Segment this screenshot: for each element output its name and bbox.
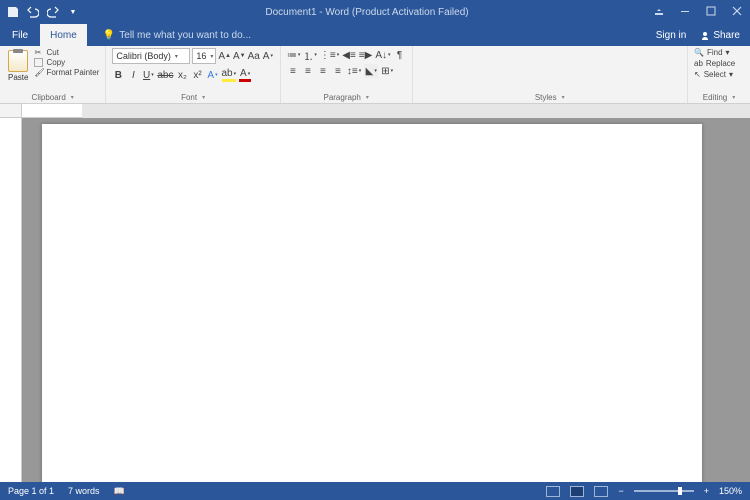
- highlight-icon[interactable]: ab: [222, 68, 237, 82]
- increase-indent-icon[interactable]: ≡▶: [359, 48, 373, 62]
- vertical-ruler[interactable]: [0, 118, 22, 488]
- align-center-icon[interactable]: ≡: [302, 64, 314, 78]
- group-font: Calibri (Body) 16 A▲ A▼ Aa A B I U abc x…: [106, 46, 280, 103]
- ruler-row: [0, 104, 750, 118]
- close-icon[interactable]: [732, 6, 744, 18]
- brush-icon: 🖌: [34, 68, 43, 77]
- print-layout-icon[interactable]: [570, 486, 584, 497]
- sign-in-link[interactable]: Sign in: [656, 30, 687, 41]
- font-color-icon[interactable]: A: [239, 68, 251, 82]
- bullets-icon[interactable]: ≔: [287, 48, 301, 62]
- web-layout-icon[interactable]: [594, 486, 608, 497]
- sort-icon[interactable]: A↓: [375, 48, 390, 62]
- find-icon: 🔍: [694, 48, 704, 57]
- shrink-font-icon[interactable]: A▼: [233, 49, 246, 63]
- numbering-icon[interactable]: ⒈: [303, 48, 317, 62]
- zoom-slider[interactable]: [634, 490, 694, 492]
- file-tab[interactable]: File: [0, 24, 40, 46]
- zoom-level[interactable]: 150%: [719, 486, 742, 496]
- shading-icon[interactable]: ◣: [364, 64, 378, 78]
- superscript-icon[interactable]: x²: [192, 68, 204, 82]
- paste-icon: [8, 50, 28, 72]
- quick-access-toolbar: ▼: [6, 5, 80, 19]
- ribbon-tabs: File Home 💡 Tell me what you want to do.…: [0, 24, 750, 46]
- zoom-out-button[interactable]: −: [618, 486, 623, 496]
- redo-icon[interactable]: [46, 5, 60, 19]
- group-editing: 🔍Find ▾ abReplace ↖Select ▾ Editing: [688, 46, 750, 103]
- format-painter-button[interactable]: 🖌Format Painter: [34, 68, 99, 77]
- page-indicator[interactable]: Page 1 of 1: [8, 486, 54, 496]
- select-button[interactable]: ↖Select ▾: [694, 70, 735, 79]
- page: [42, 124, 702, 488]
- maximize-icon[interactable]: [706, 6, 718, 18]
- underline-icon[interactable]: U: [142, 68, 154, 82]
- group-clipboard: Paste ✂Cut Copy 🖌Format Painter Clipboar…: [0, 46, 106, 103]
- multilevel-icon[interactable]: ⋮≡: [320, 48, 339, 62]
- lightbulb-icon: 💡: [103, 30, 115, 41]
- paste-button[interactable]: Paste: [6, 48, 30, 84]
- clear-format-icon[interactable]: A: [262, 49, 274, 63]
- line-spacing-icon[interactable]: ↕≡: [347, 64, 361, 78]
- cut-button[interactable]: ✂Cut: [34, 48, 99, 57]
- word-count[interactable]: 7 words: [68, 486, 100, 496]
- ribbon-options-icon[interactable]: [654, 6, 666, 18]
- proofing-icon[interactable]: 📖: [114, 486, 125, 497]
- scissors-icon: ✂: [34, 48, 43, 57]
- workspace: [0, 118, 750, 488]
- change-case-icon[interactable]: Aa: [248, 49, 260, 63]
- status-bar: Page 1 of 1 7 words 📖 − + 150%: [0, 482, 750, 500]
- read-mode-icon[interactable]: [546, 486, 560, 497]
- select-icon: ↖: [694, 70, 701, 79]
- align-left-icon[interactable]: ≡: [287, 64, 299, 78]
- justify-icon[interactable]: ≡: [332, 64, 344, 78]
- group-styles: Styles: [413, 46, 689, 103]
- tab-home[interactable]: Home: [40, 24, 87, 46]
- borders-icon[interactable]: ⊞: [381, 64, 393, 78]
- text-effects-icon[interactable]: A: [207, 68, 219, 82]
- bold-icon[interactable]: B: [112, 68, 124, 82]
- zoom-in-button[interactable]: +: [704, 486, 709, 496]
- ruler-corner: [0, 104, 22, 118]
- tell-me-search[interactable]: 💡 Tell me what you want to do...: [87, 30, 251, 41]
- copy-icon: [34, 58, 43, 67]
- align-right-icon[interactable]: ≡: [317, 64, 329, 78]
- ribbon: Paste ✂Cut Copy 🖌Format Painter Clipboar…: [0, 46, 750, 104]
- title-bar: ▼ Document1 - Word (Product Activation F…: [0, 0, 750, 24]
- replace-icon: ab: [694, 59, 703, 68]
- show-marks-icon[interactable]: ¶: [394, 48, 406, 62]
- document-area[interactable]: [22, 118, 750, 488]
- decrease-indent-icon[interactable]: ◀≡: [342, 48, 356, 62]
- font-size-select[interactable]: 16: [192, 48, 216, 64]
- find-button[interactable]: 🔍Find ▾: [694, 48, 735, 57]
- strike-icon[interactable]: abc: [157, 68, 173, 82]
- italic-icon[interactable]: I: [127, 68, 139, 82]
- share-button[interactable]: Share: [700, 30, 740, 41]
- minimize-icon[interactable]: [680, 6, 692, 18]
- window-controls: [654, 6, 744, 18]
- group-paragraph: ≔ ⒈ ⋮≡ ◀≡ ≡▶ A↓ ¶ ≡ ≡ ≡ ≡ ↕≡ ◣ ⊞: [281, 46, 413, 103]
- grow-font-icon[interactable]: A▲: [218, 49, 231, 63]
- font-name-select[interactable]: Calibri (Body): [112, 48, 190, 64]
- undo-icon[interactable]: [26, 5, 40, 19]
- copy-button[interactable]: Copy: [34, 58, 99, 67]
- qat-customize-icon[interactable]: ▼: [66, 5, 80, 19]
- horizontal-ruler[interactable]: [22, 104, 82, 118]
- window-title: Document1 - Word (Product Activation Fai…: [80, 7, 654, 18]
- subscript-icon[interactable]: x₂: [177, 68, 189, 82]
- replace-button[interactable]: abReplace: [694, 59, 735, 68]
- save-icon[interactable]: [6, 5, 20, 19]
